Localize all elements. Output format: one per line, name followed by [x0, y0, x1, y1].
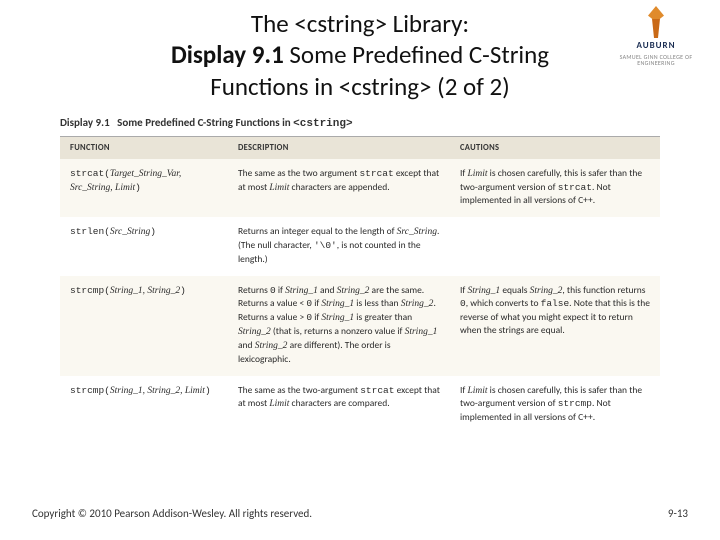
figure-table: Display 9.1 Some Predefined C-String Fun… [60, 116, 660, 434]
university-logo: AUBURN SAMUEL GINN COLLEGE OF ENGINEERIN… [606, 6, 706, 67]
cell-cautions [450, 217, 660, 275]
title-line1-post: Library: [387, 8, 469, 39]
cell-description: The same as the two-argument strcat exce… [228, 376, 450, 434]
header-function: FUNCTION [60, 137, 228, 159]
cell-function: strcmp(String_1, String_2) [60, 276, 228, 376]
title-line3-code: <cstring> [339, 71, 432, 102]
cell-function: strlen(Src_String) [60, 217, 228, 275]
figure-caption: Display 9.1 Some Predefined C-String Fun… [60, 116, 660, 137]
caption-display: Display 9.1 [60, 116, 110, 129]
title-line3-post: (2 of 2) [431, 71, 509, 102]
title-display-number: Display 9.1 [171, 39, 284, 70]
cell-cautions: If Limit is chosen carefully, this is sa… [450, 376, 660, 434]
cell-description: The same as the two argument strcat exce… [228, 159, 450, 217]
logo-university: AUBURN [606, 41, 706, 51]
cell-description: Returns an integer equal to the length o… [228, 217, 450, 275]
title-line3-pre: Functions in [210, 71, 339, 102]
logo-subline: SAMUEL GINN COLLEGE OF ENGINEERING [606, 54, 706, 67]
page-number: 9-13 [668, 507, 688, 520]
caption-title-code: <cstring> [293, 118, 352, 130]
copyright-text: Copyright © 2010 Pearson Addison-Wesley.… [32, 507, 312, 520]
caption-title-pre: Some Predefined C-String Functions in [117, 116, 293, 129]
table-row: strcmp(String_1, String_2)Returns 0 if S… [60, 276, 660, 376]
cell-cautions: If String_1 equals String_2, this functi… [450, 276, 660, 376]
header-description: DESCRIPTION [228, 137, 450, 159]
cell-function: strcmp(String_1, String_2, Limit) [60, 376, 228, 434]
cell-function: strcat(Target_String_Var, Src_String, Li… [60, 159, 228, 217]
title-line1-code: <cstring> [294, 8, 387, 39]
functions-table: FUNCTION DESCRIPTION CAUTIONS strcat(Tar… [60, 137, 660, 434]
title-line2-rest: Some Predefined C-String [284, 39, 549, 70]
header-cautions: CAUTIONS [450, 137, 660, 159]
cell-description: Returns 0 if String_1 and String_2 are t… [228, 276, 450, 376]
table-row: strlen(Src_String)Returns an integer equ… [60, 217, 660, 275]
torch-icon [646, 6, 666, 38]
table-row: strcat(Target_String_Var, Src_String, Li… [60, 159, 660, 217]
table-row: strcmp(String_1, String_2, Limit)The sam… [60, 376, 660, 434]
title-line1-pre: The [251, 8, 294, 39]
cell-cautions: If Limit is chosen carefully, this is sa… [450, 159, 660, 217]
slide-footer: Copyright © 2010 Pearson Addison-Wesley.… [32, 507, 688, 520]
